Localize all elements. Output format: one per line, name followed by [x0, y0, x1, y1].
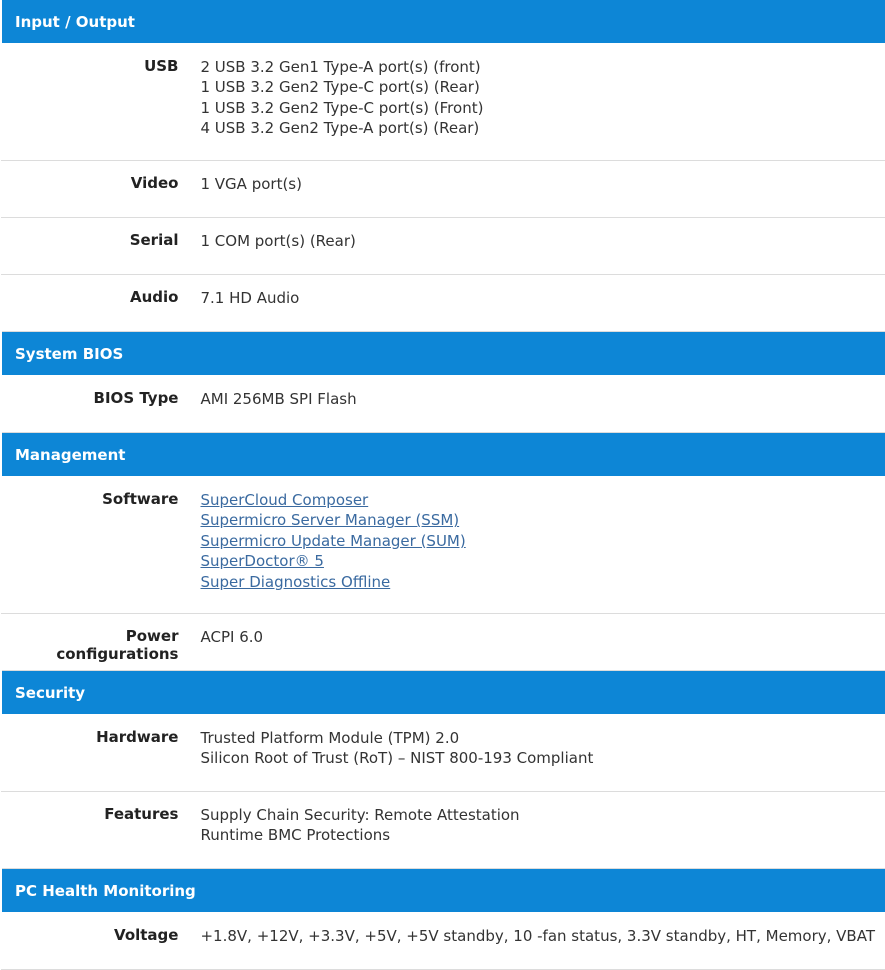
section-header-pc-health-monitoring: PC Health Monitoring [0, 868, 885, 913]
voltage-line: +1.8V, +12V, +3.3V, +5V, +5V standby, 10… [200, 927, 875, 945]
spec-row-hardware: Hardware Trusted Platform Module (TPM) 2… [1, 714, 885, 792]
section-header-input-output: Input / Output [0, 0, 885, 44]
supercloud-composer-link[interactable]: SuperCloud Composer [200, 490, 875, 510]
hardware-line: Silicon Root of Trust (RoT) – NIST 800-1… [200, 749, 594, 768]
spec-table: Input / Output USB 2 USB 3.2 Gen1 Type-A… [0, 0, 885, 970]
spec-label-audio: Audio [1, 274, 201, 332]
usb-line: 1 USB 3.2 Gen2 Type-C port(s) (Rear) [200, 78, 480, 97]
spec-row-voltage: Voltage +1.8V, +12V, +3.3V, +5V, +5V sta… [1, 912, 885, 970]
spec-label-video: Video [1, 160, 201, 218]
section-header-system-bios: System BIOS [0, 331, 885, 376]
spec-value-software: SuperCloud Composer Supermicro Server Ma… [200, 476, 885, 614]
server-manager-link[interactable]: Supermicro Server Manager (SSM) [200, 510, 875, 530]
spec-label-bios-type: BIOS Type [1, 375, 201, 433]
section-header-security: Security [0, 670, 885, 715]
spec-label-features: Features [1, 791, 201, 869]
spec-value-serial: 1 COM port(s) (Rear) [200, 217, 885, 275]
section-title: Security [0, 670, 885, 715]
superdoctor-link[interactable]: SuperDoctor® 5 [200, 551, 875, 571]
spec-value-power-configurations: ACPI 6.0 [200, 613, 885, 671]
spec-row-software: Software SuperCloud Composer Supermicro … [1, 476, 885, 614]
spec-row-usb: USB 2 USB 3.2 Gen1 Type-A port(s) (front… [1, 43, 885, 161]
spec-label-power-configurations: Power configurations [1, 613, 201, 671]
section-title: PC Health Monitoring [0, 868, 885, 913]
update-manager-link[interactable]: Supermicro Update Manager (SUM) [200, 531, 875, 551]
spec-label-hardware: Hardware [1, 714, 201, 792]
spec-value-bios-type: AMI 256MB SPI Flash [200, 375, 885, 433]
section-title: Input / Output [0, 0, 885, 44]
spec-label-serial: Serial [1, 217, 201, 275]
spec-label-software: Software [1, 476, 201, 614]
spec-label-usb: USB [1, 43, 201, 161]
usb-line: 1 USB 3.2 Gen2 Type-C port(s) (Front) [200, 98, 484, 117]
spec-value-video: 1 VGA port(s) [200, 160, 885, 218]
spec-value-features: Supply Chain Security: Remote Attestatio… [200, 791, 885, 869]
super-diagnostics-link[interactable]: Super Diagnostics Offline [200, 572, 875, 592]
spec-row-power-configurations: Power configurations ACPI 6.0 [1, 613, 885, 671]
spec-row-serial: Serial 1 COM port(s) (Rear) [1, 217, 885, 275]
spec-label-voltage: Voltage [1, 912, 201, 970]
hardware-line: Trusted Platform Module (TPM) 2.0 [200, 729, 460, 747]
section-title: System BIOS [0, 331, 885, 376]
spec-row-features: Features Supply Chain Security: Remote A… [1, 791, 885, 869]
spec-value-voltage: +1.8V, +12V, +3.3V, +5V, +5V standby, 10… [200, 912, 885, 970]
spec-value-usb: 2 USB 3.2 Gen1 Type-A port(s) (front) 1 … [200, 43, 885, 161]
spec-row-bios-type: BIOS Type AMI 256MB SPI Flash [1, 375, 885, 433]
spec-row-audio: Audio 7.1 HD Audio [1, 274, 885, 332]
spec-value-audio: 7.1 HD Audio [200, 274, 885, 332]
section-title: Management [0, 432, 885, 477]
features-line: Supply Chain Security: Remote Attestatio… [200, 806, 520, 824]
spec-row-video: Video 1 VGA port(s) [1, 160, 885, 218]
spec-value-hardware: Trusted Platform Module (TPM) 2.0 Silico… [200, 714, 885, 792]
section-header-management: Management [0, 432, 885, 477]
usb-line: 2 USB 3.2 Gen1 Type-A port(s) (front) [200, 58, 481, 76]
usb-line: 4 USB 3.2 Gen2 Type-A port(s) (Rear) [200, 119, 480, 138]
